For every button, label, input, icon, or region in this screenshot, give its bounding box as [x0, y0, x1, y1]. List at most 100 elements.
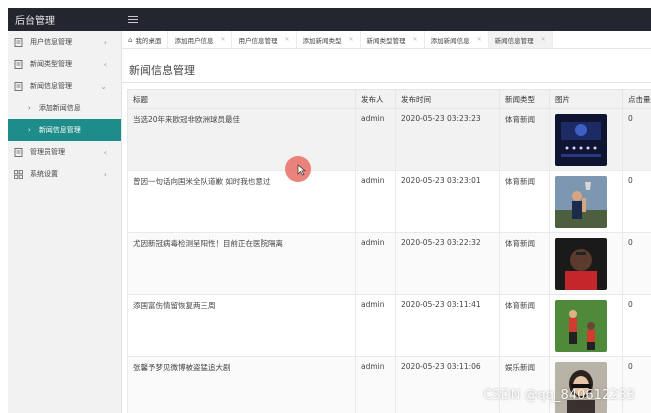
- menu-toggle-icon[interactable]: [127, 15, 139, 24]
- cell-author: admin: [355, 170, 396, 233]
- tab-bar: ⌂ 我的桌面 添加用户信息 ✕ 用户信息管理 ✕ 添加新闻类型 ✕ 新闻类型管理…: [122, 31, 651, 49]
- cell-author: admin: [355, 356, 396, 413]
- cell-image: [549, 294, 623, 357]
- sidebar-item-label: 系统设置: [30, 170, 58, 178]
- close-icon[interactable]: ✕: [284, 36, 289, 43]
- tab-label: 添加新闻信息: [430, 36, 470, 45]
- close-icon[interactable]: ✕: [413, 36, 418, 43]
- cell-type: 体育新闻: [499, 294, 550, 357]
- grid-icon: [14, 169, 23, 179]
- sidebar-subitem-news-manage[interactable]: › 新闻信息管理: [8, 119, 121, 141]
- cell-title: 张馨予梦见微博被盗猛追大剧: [127, 356, 356, 413]
- table-row[interactable]: 曾因一句话向国米全队道歉 如时我也意过 admin 2020-05-23 03:…: [127, 170, 651, 233]
- cell-title: 尤因新冠病毒检测呈阳性！目前正在医院隔离: [127, 232, 356, 295]
- app-title: 后台管理: [15, 16, 55, 27]
- cell-type: 娱乐新闻: [499, 356, 550, 413]
- cell-title: 添国富伤情留恢复两三周: [127, 294, 356, 357]
- page-title: 新闻信息管理: [129, 64, 195, 77]
- mouse-pointer-icon: [297, 164, 306, 176]
- cell-image: [549, 170, 623, 233]
- cell-time: 2020-05-23 03:22:32: [395, 232, 500, 295]
- chevron-left-icon: ‹: [103, 37, 107, 47]
- chevron-down-icon: ⌄: [100, 81, 107, 91]
- cell-clicks: 0: [622, 294, 651, 357]
- cell-image: [549, 356, 623, 413]
- sidebar-item-news-info[interactable]: 新闻信息管理 ⌄: [8, 75, 121, 97]
- table-row[interactable]: 添国富伤情留恢复两三周 admin 2020-05-23 03:11:41 体育…: [127, 294, 651, 357]
- news-thumbnail[interactable]: [555, 114, 607, 166]
- tab-add-user[interactable]: 添加用户信息 ✕: [168, 31, 233, 48]
- document-icon: [14, 81, 23, 91]
- table-header-row: 标题 发布人 发布时间 新闻类型 图片 点击量: [127, 89, 651, 109]
- sidebar-item-user-info[interactable]: 用户信息管理 ‹: [8, 31, 121, 53]
- table-row[interactable]: 尤因新冠病毒检测呈阳性！目前正在医院隔离 admin 2020-05-23 03…: [127, 232, 651, 295]
- cell-clicks: 0: [622, 170, 651, 233]
- column-header-title[interactable]: 标题: [127, 89, 356, 109]
- cell-type: 体育新闻: [499, 170, 550, 233]
- cell-title: 当选20年来欧冠非欧洲球员最佳: [127, 108, 356, 171]
- cell-title: 曾因一句话向国米全队道歉 如时我也意过: [127, 170, 356, 233]
- document-icon: [14, 59, 23, 69]
- tab-user-manage[interactable]: 用户信息管理 ✕: [232, 31, 297, 48]
- watermark: CSDN @qq_840612233: [483, 388, 635, 403]
- tab-add-news-type[interactable]: 添加新闻类型 ✕: [297, 31, 361, 48]
- column-header-author[interactable]: 发布人: [355, 89, 396, 109]
- tab-news-manage[interactable]: 新闻信息管理 ✕: [488, 31, 553, 48]
- cell-time: 2020-05-23 03:11:41: [395, 294, 500, 357]
- tab-add-news[interactable]: 添加新闻信息 ✕: [425, 31, 489, 48]
- divider: [122, 82, 651, 83]
- column-header-clicks[interactable]: 点击量: [622, 89, 651, 109]
- tab-news-type-manage[interactable]: 新闻类型管理 ✕: [361, 31, 425, 48]
- news-table: 标题 发布人 发布时间 新闻类型 图片 点击量 当选20年来欧冠非欧洲球员最佳 …: [127, 89, 651, 413]
- cell-author: admin: [355, 232, 396, 295]
- close-icon[interactable]: ✕: [349, 36, 354, 43]
- cell-type: 体育新闻: [499, 108, 550, 171]
- top-navbar: 后台管理: [8, 8, 651, 31]
- tab-label: 添加新闻类型: [302, 36, 342, 45]
- cell-clicks: 0: [622, 232, 651, 295]
- news-thumbnail[interactable]: [555, 176, 607, 228]
- chevron-right-icon: ›: [28, 104, 31, 112]
- sidebar-item-settings[interactable]: 系统设置 ‹: [8, 163, 121, 185]
- table-row[interactable]: 当选20年来欧冠非欧洲球员最佳 admin 2020-05-23 03:23:2…: [127, 108, 651, 171]
- tab-label: 添加用户信息: [174, 36, 214, 45]
- sidebar-subitem-label: 新闻信息管理: [38, 126, 81, 134]
- sidebar: 用户信息管理 ‹ 新闻类型管理 ‹ 新闻信息管理 ⌄ › 添加新闻信息 › 新闻…: [8, 31, 122, 413]
- cell-clicks: 0: [622, 356, 651, 413]
- sidebar-item-label: 新闻信息管理: [30, 82, 72, 90]
- sidebar-item-label: 新闻类型管理: [30, 60, 72, 68]
- sidebar-item-label: 用户信息管理: [30, 38, 72, 46]
- table-row[interactable]: 张馨予梦见微博被盗猛追大剧 admin 2020-05-23 03:11:06 …: [127, 356, 651, 413]
- sidebar-item-news-type[interactable]: 新闻类型管理 ‹: [8, 53, 121, 75]
- cell-type: 体育新闻: [499, 232, 550, 295]
- sidebar-item-admin[interactable]: 管理员管理 ‹: [8, 141, 121, 163]
- news-thumbnail[interactable]: [555, 238, 607, 290]
- sidebar-subitem-add-news[interactable]: › 添加新闻信息: [8, 97, 121, 119]
- cell-author: admin: [355, 108, 396, 171]
- close-icon[interactable]: ✕: [477, 36, 482, 43]
- document-icon: [14, 147, 23, 157]
- sidebar-subitem-label: 添加新闻信息: [38, 104, 81, 112]
- sidebar-item-label: 管理员管理: [30, 148, 65, 156]
- cell-clicks: 0: [622, 108, 651, 171]
- chevron-left-icon: ‹: [103, 59, 107, 69]
- main-content: 新闻信息管理 标题 发布人 发布时间 新闻类型 图片 点击量 当选20年来欧冠非…: [122, 50, 651, 413]
- chevron-left-icon: ‹: [103, 147, 107, 157]
- column-header-image[interactable]: 图片: [549, 89, 623, 109]
- news-thumbnail[interactable]: [555, 300, 607, 352]
- chevron-right-icon: ›: [28, 126, 31, 134]
- home-icon: ⌂: [128, 35, 133, 44]
- document-icon: [14, 37, 23, 47]
- cell-author: admin: [355, 294, 396, 357]
- column-header-time[interactable]: 发布时间: [395, 89, 500, 109]
- close-icon[interactable]: ✕: [541, 36, 546, 43]
- cell-image: [549, 108, 623, 171]
- cell-time: 2020-05-23 03:11:06: [395, 356, 500, 413]
- column-header-type[interactable]: 新闻类型: [499, 89, 550, 109]
- tab-desktop[interactable]: ⌂ 我的桌面: [122, 31, 169, 48]
- close-icon[interactable]: ✕: [220, 36, 225, 43]
- chevron-left-icon: ‹: [103, 169, 107, 179]
- tab-label: 新闻类型管理: [366, 36, 406, 45]
- tab-label: 用户信息管理: [238, 36, 278, 45]
- cell-image: [549, 232, 623, 295]
